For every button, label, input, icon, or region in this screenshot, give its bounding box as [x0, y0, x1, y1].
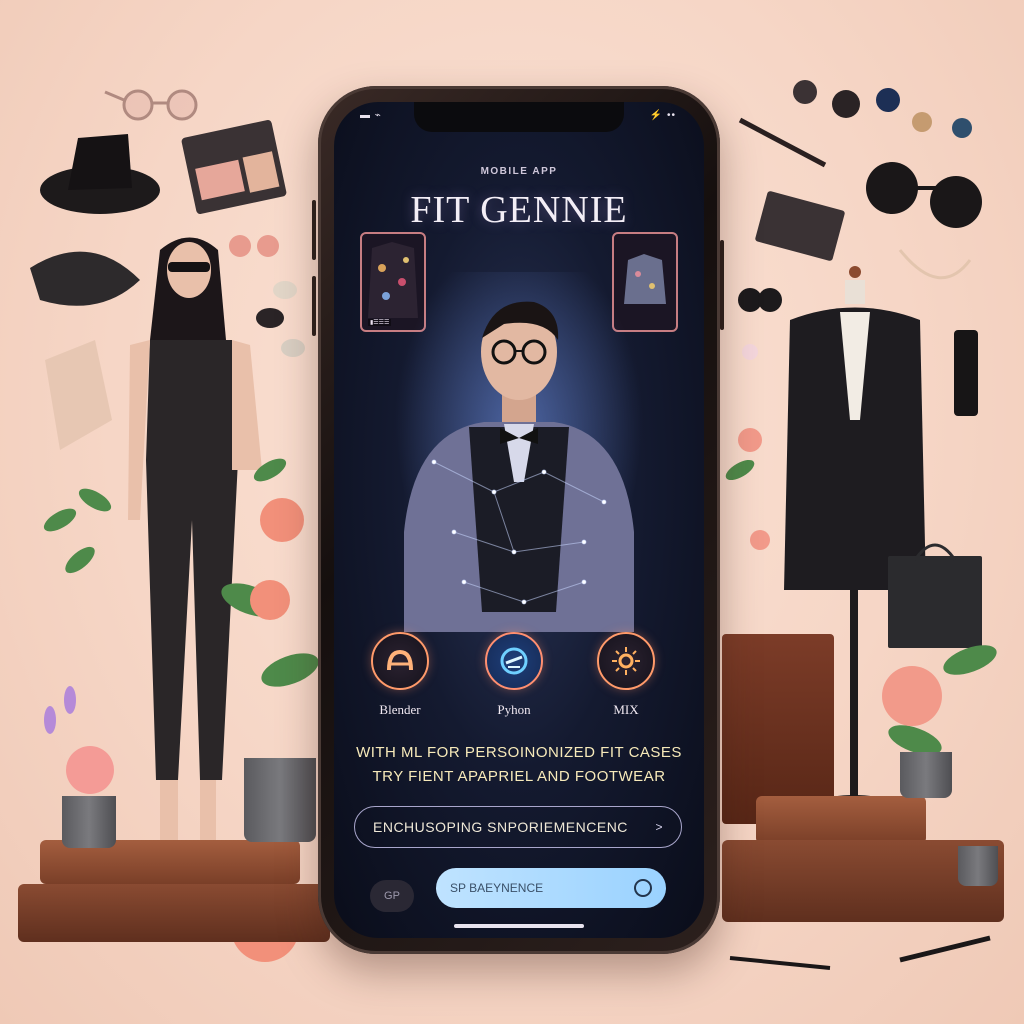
app-title: FIT GENNIE — [410, 189, 628, 231]
tagline-line-1: WITH ML FOR PERSOINONIZED FIT CASES — [356, 744, 682, 761]
jewelry-icons — [793, 80, 972, 138]
search-input[interactable]: SP BAEYNENCE — [436, 868, 666, 908]
tool-mix[interactable]: MIX — [576, 632, 676, 718]
plant-pot — [244, 758, 316, 842]
sunglasses-icon — [866, 162, 982, 228]
brush-icon — [899, 935, 991, 963]
watch-icon — [256, 308, 284, 328]
charm-icon — [742, 344, 758, 360]
language-chip[interactable]: GP — [370, 880, 414, 912]
tagline-line-2: TRY FIENT APAPRIEL AND FOOTWEAR — [372, 768, 666, 785]
home-indicator[interactable] — [454, 924, 584, 928]
cta-label: ENCHUSOPING SNPORIEMENCENC — [373, 819, 628, 835]
plant-pot — [62, 796, 116, 848]
pedestal-base — [18, 884, 330, 942]
eyebrow-label: MOBILE APP — [480, 166, 558, 177]
power-button — [720, 240, 724, 330]
fedora-icon — [30, 251, 140, 306]
plant-pot — [958, 846, 998, 886]
sun-gear-icon — [597, 632, 655, 690]
tool-blender[interactable]: Blender — [350, 632, 450, 718]
status-left: ▬ ⌁ — [360, 110, 382, 121]
shopping-bag-icon — [888, 556, 982, 648]
bottle-icon — [954, 330, 978, 416]
search-value: SP BAEYNENCE — [450, 881, 544, 895]
avatar-figure — [404, 301, 634, 632]
plant-pot — [900, 752, 952, 798]
python-icon — [485, 632, 543, 690]
pedestal-top — [756, 796, 926, 844]
ring-icon — [273, 281, 297, 299]
phone-screen: ▬ ⌁ ⚡ •• MOBILE APP FIT GENNIE ▮☰☰☰ Blen… — [334, 102, 704, 938]
volume-button — [312, 200, 316, 260]
tool-label: MIX — [613, 702, 639, 717]
glasses-icon — [104, 89, 198, 121]
promo-scene: ▬ ⌁ ⚡ •• MOBILE APP FIT GENNIE ▮☰☰☰ Blen… — [0, 0, 1024, 1024]
search-toggle-icon[interactable] — [634, 879, 652, 897]
phone-frame: ▬ ⌁ ⚡ •• MOBILE APP FIT GENNIE ▮☰☰☰ Blen… — [318, 86, 720, 954]
business-card-icon — [755, 191, 845, 261]
cta-button[interactable]: ENCHUSOPING SNPORIEMENCENC > — [354, 806, 682, 848]
status-right: ⚡ •• — [649, 110, 676, 121]
tool-python[interactable]: Pyhon — [464, 632, 564, 718]
sunglasses-icon — [229, 235, 279, 257]
volume-button — [312, 276, 316, 336]
tool-label: Blender — [379, 702, 421, 717]
blender-icon — [371, 632, 429, 690]
chevron-right-icon: > — [655, 820, 663, 834]
earbuds-icon — [738, 288, 782, 312]
woman-figure — [128, 237, 262, 865]
pencil-icon — [729, 956, 831, 970]
avatar-model — [374, 232, 664, 632]
necklace-icon — [898, 249, 972, 280]
notch — [414, 102, 624, 132]
palette-icon — [181, 120, 287, 214]
tool-label: Pyhon — [497, 702, 531, 717]
shirt-icon — [45, 340, 112, 450]
lavender-icon — [44, 686, 76, 734]
pen-icon — [738, 117, 827, 168]
case-icon — [281, 339, 305, 357]
